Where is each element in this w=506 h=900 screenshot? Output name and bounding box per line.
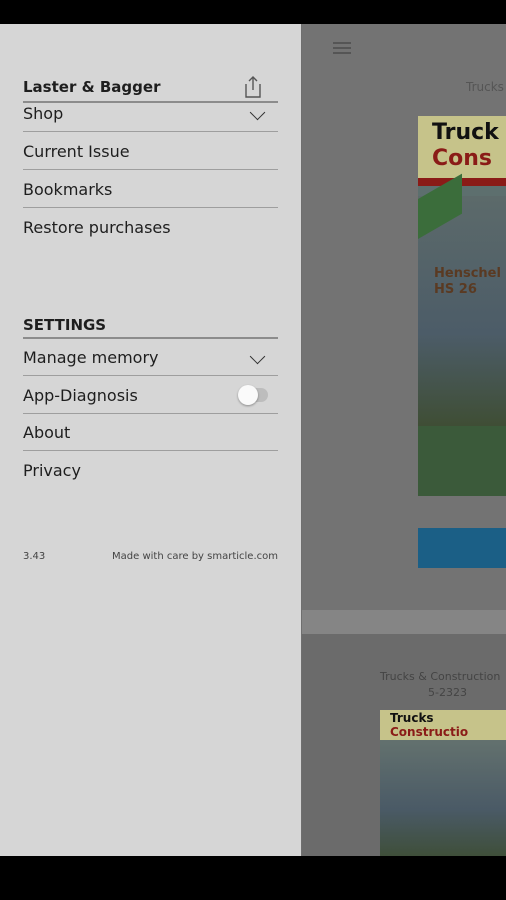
menu-item-label: Current Issue bbox=[23, 142, 130, 161]
menu-item-label: Shop bbox=[23, 104, 64, 123]
archive-issue-title: Trucks & Construction bbox=[380, 670, 501, 683]
navigation-bar bbox=[0, 856, 506, 900]
cover2-title-line2: Constructio bbox=[390, 725, 469, 739]
settings-item-manage-memory[interactable]: Manage memory bbox=[23, 339, 278, 376]
settings-item-about[interactable]: About bbox=[23, 414, 278, 451]
chevron-down-icon bbox=[249, 104, 266, 121]
settings-item-label: App-Diagnosis bbox=[23, 386, 138, 405]
menu-item-current-issue[interactable]: Current Issue bbox=[23, 133, 278, 170]
app-version: 3.43 bbox=[23, 551, 46, 562]
menu-item-bookmarks[interactable]: Bookmarks bbox=[23, 171, 278, 208]
panel-separator bbox=[302, 610, 506, 634]
app-diagnosis-toggle[interactable] bbox=[238, 385, 268, 405]
menu-item-label: Restore purchases bbox=[23, 218, 171, 237]
issue-caption: Trucks bbox=[466, 80, 504, 94]
menu-item-shop[interactable]: Shop bbox=[23, 95, 278, 132]
settings-item-label: Privacy bbox=[23, 461, 81, 480]
archive-issue-number: 5-2323 bbox=[428, 686, 467, 699]
menu-item-label: Bookmarks bbox=[23, 180, 113, 199]
cover-subheadline: HS 26 bbox=[434, 282, 477, 297]
settings-heading: SETTINGS bbox=[23, 299, 278, 339]
issue-cover[interactable]: Truck Cons Henschel HS 26 bbox=[418, 116, 506, 496]
archive-issue-cover[interactable]: Trucks Constructio bbox=[380, 710, 506, 856]
toggle-knob bbox=[238, 385, 258, 405]
chevron-down-icon bbox=[249, 348, 266, 365]
menu-icon[interactable] bbox=[333, 42, 351, 57]
cover2-title-line1: Trucks bbox=[390, 711, 434, 725]
settings-item-label: Manage memory bbox=[23, 348, 159, 367]
cover-title-line1: Truck bbox=[432, 120, 499, 145]
read-button[interactable] bbox=[418, 528, 506, 568]
navigation-drawer: Laster & Bagger Shop Current Issue Bookm… bbox=[0, 24, 301, 856]
credit-link[interactable]: Made with care by smarticle.com bbox=[112, 551, 278, 562]
settings-item-privacy[interactable]: Privacy bbox=[23, 452, 278, 489]
menu-item-restore-purchases[interactable]: Restore purchases bbox=[23, 209, 278, 246]
status-bar bbox=[0, 0, 506, 24]
cover-title-line2: Cons bbox=[432, 146, 493, 171]
cover-headline: Henschel bbox=[434, 266, 501, 281]
settings-item-app-diagnosis: App-Diagnosis bbox=[23, 377, 278, 414]
settings-item-label: About bbox=[23, 423, 71, 442]
